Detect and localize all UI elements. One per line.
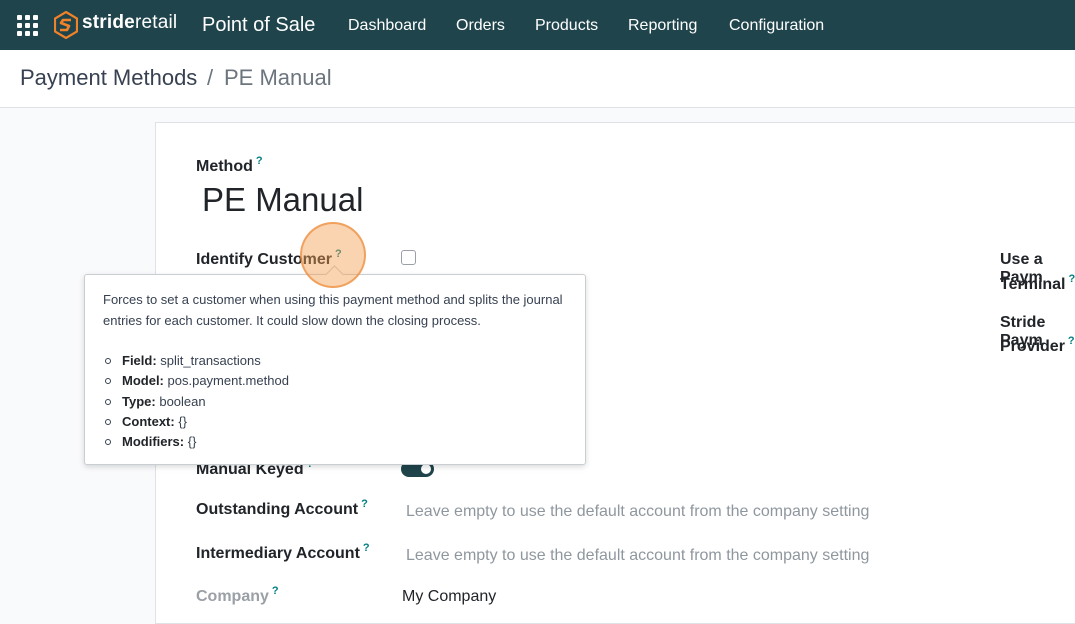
toggle-knob [421, 464, 431, 474]
help-icon[interactable]: ? [363, 542, 370, 554]
company-field[interactable]: My Company [402, 588, 496, 606]
help-icon[interactable]: ? [1069, 273, 1075, 285]
identify-customer-checkbox[interactable] [401, 250, 416, 265]
nav-configuration[interactable]: Configuration [729, 17, 824, 35]
help-icon[interactable]: ? [272, 585, 279, 597]
tooltip-field-item: Field: split_transactions [103, 351, 289, 371]
help-icon[interactable]: ? [361, 498, 368, 510]
breadcrumb-parent-link[interactable]: Payment Methods [20, 65, 197, 91]
stride-logo-icon [54, 11, 78, 39]
tooltip-type-item: Type: boolean [103, 392, 289, 412]
brand-name[interactable]: strideretail [82, 12, 177, 34]
top-navbar: strideretail Point of Sale Dashboard Ord… [0, 0, 1075, 50]
outstanding-account-input[interactable]: Leave empty to use the default account f… [406, 503, 926, 521]
app-title[interactable]: Point of Sale [202, 14, 315, 37]
intermediary-account-input[interactable]: Leave empty to use the default account f… [406, 547, 926, 565]
nav-reporting[interactable]: Reporting [628, 17, 697, 35]
method-name-field[interactable]: PE Manual [202, 181, 363, 219]
help-icon[interactable]: ? [1068, 335, 1075, 347]
breadcrumb: Payment Methods / PE Manual [0, 50, 1075, 108]
breadcrumb-separator: / [207, 65, 213, 91]
nav-dashboard[interactable]: Dashboard [348, 17, 426, 35]
company-label: Company? [196, 588, 279, 606]
tooltip-details: Field: split_transactions Model: pos.pay… [103, 351, 289, 452]
breadcrumb-current: PE Manual [224, 65, 332, 91]
help-icon[interactable]: ? [256, 155, 263, 167]
tooltip-context-item: Context: {} [103, 412, 289, 432]
payment-provider-label-line2: Provider? [1000, 338, 1075, 356]
help-tooltip: Forces to set a customer when using this… [84, 274, 586, 465]
nav-orders[interactable]: Orders [456, 17, 505, 35]
click-highlight [300, 222, 366, 288]
method-label: Method? [196, 158, 263, 176]
intermediary-account-label: Intermediary Account? [196, 545, 370, 563]
outstanding-account-label: Outstanding Account? [196, 501, 368, 519]
tooltip-description: Forces to set a customer when using this… [103, 289, 563, 331]
nav-products[interactable]: Products [535, 17, 598, 35]
tooltip-model-item: Model: pos.payment.method [103, 371, 289, 391]
app-menu-icon[interactable] [17, 15, 38, 36]
payment-terminal-label-line2: Terminal? [1000, 276, 1075, 294]
tooltip-modifiers-item: Modifiers: {} [103, 432, 289, 452]
